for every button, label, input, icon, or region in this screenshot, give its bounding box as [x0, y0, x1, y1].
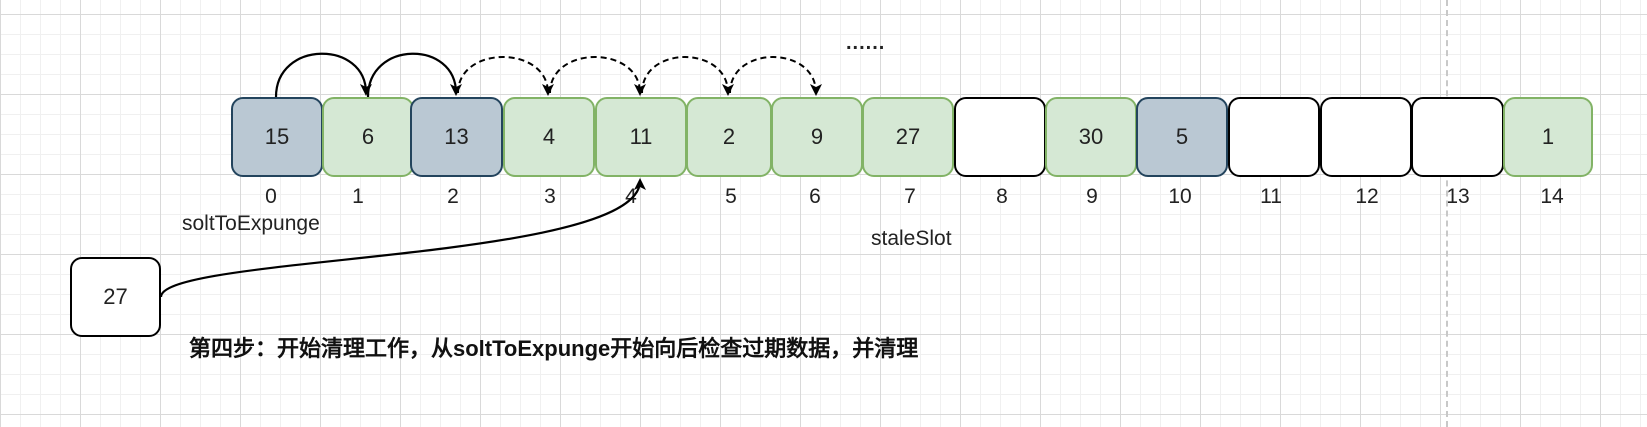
probe-arrow-0-1 [274, 52, 372, 98]
probe-arrow-3-4 [549, 56, 646, 96]
insert-arrow [159, 178, 646, 298]
probe-arrow-4-5 [641, 56, 734, 96]
arrows-layer [159, 52, 822, 298]
diagram-canvas: ...... 15 6 13 4 11 2 9 27 30 5 1 0 1 2 … [0, 0, 1647, 427]
probe-arrow-1-2 [366, 52, 462, 98]
probe-arrow-2-3 [457, 56, 554, 96]
probe-arrow-5-6 [729, 56, 822, 96]
